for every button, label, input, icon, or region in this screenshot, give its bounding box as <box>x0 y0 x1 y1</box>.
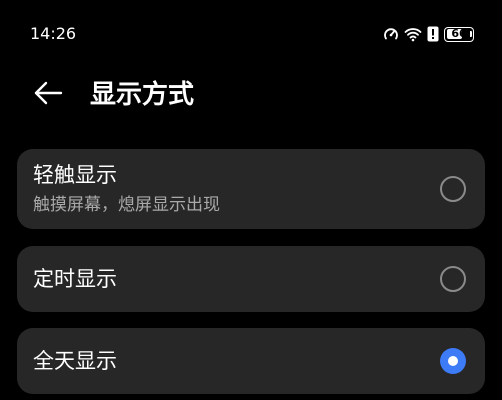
speed-meter-icon <box>383 26 399 42</box>
radio-button[interactable] <box>440 266 466 292</box>
battery-icon: 66 <box>444 26 474 42</box>
radio-button[interactable] <box>440 348 466 374</box>
option-label: 轻触显示 <box>33 163 117 187</box>
back-button[interactable] <box>30 80 66 110</box>
battery-indicator: 66 <box>444 26 474 42</box>
option-scheduled[interactable]: 定时显示 <box>17 246 485 312</box>
arrow-left-icon <box>33 81 63 109</box>
option-label: 全天显示 <box>33 349 117 373</box>
radio-button[interactable] <box>440 176 466 202</box>
battery-level: 66 <box>451 27 467 40</box>
option-description: 触摸屏幕，熄屏显示出现 <box>33 195 220 215</box>
alert-icon <box>427 26 439 42</box>
header: 显示方式 <box>0 70 502 120</box>
status-icons: 66 <box>383 24 474 44</box>
status-bar: 14:26 66 <box>0 0 502 64</box>
option-all-day[interactable]: 全天显示 <box>17 328 485 394</box>
page-title: 显示方式 <box>90 80 195 110</box>
wifi-icon <box>404 26 422 42</box>
status-time: 14:26 <box>30 24 77 43</box>
option-label: 定时显示 <box>33 267 117 291</box>
option-tap-to-show[interactable]: 轻触显示 触摸屏幕，熄屏显示出现 <box>17 149 485 229</box>
